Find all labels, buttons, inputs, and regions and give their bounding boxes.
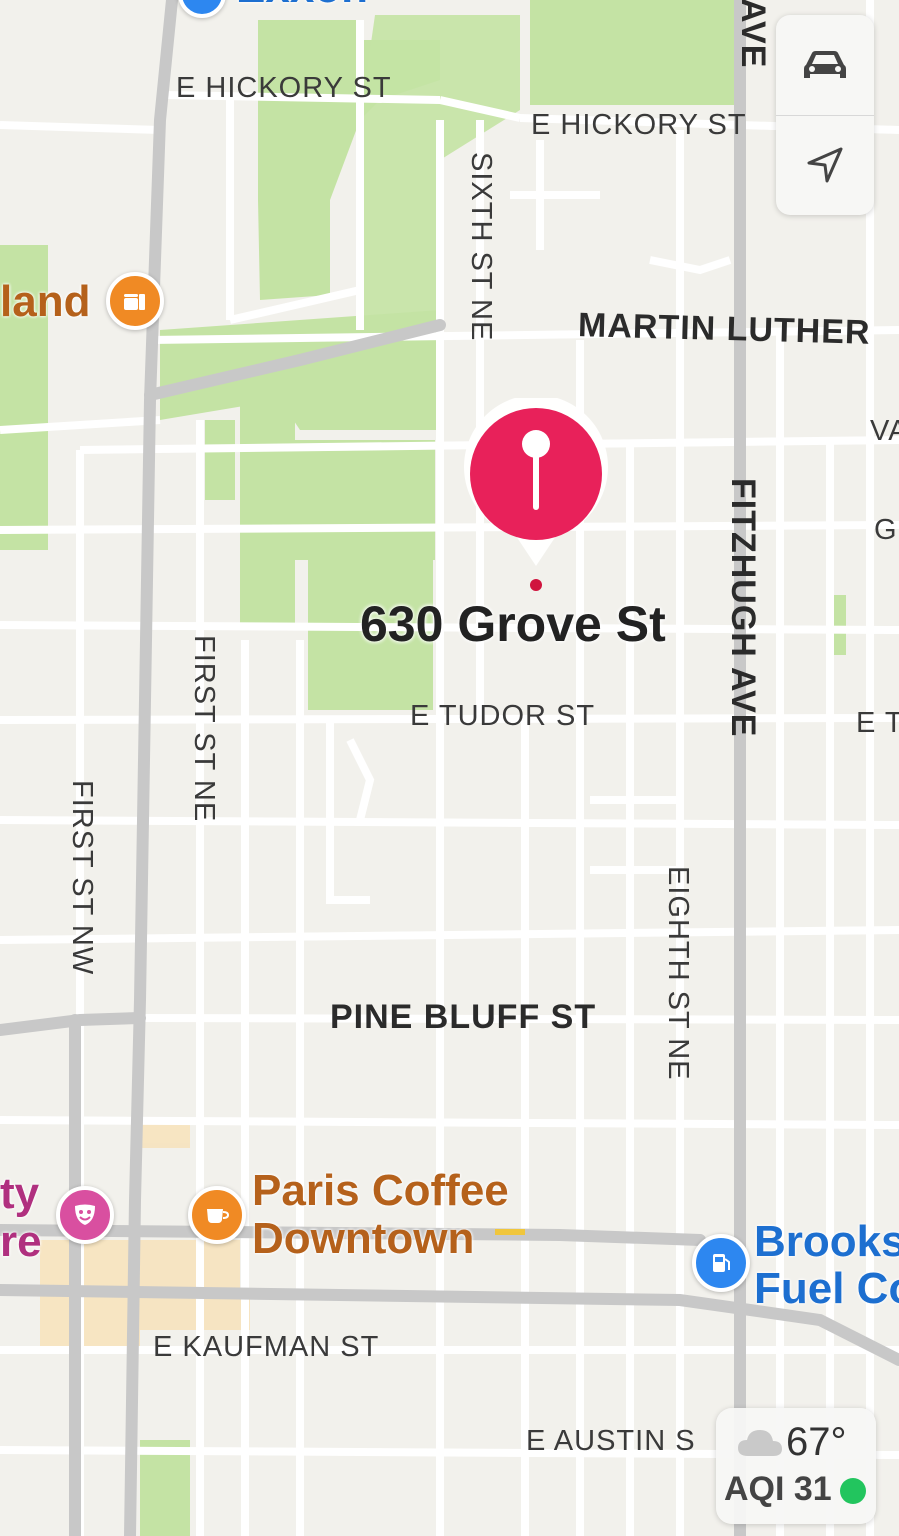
location-arrow-icon [807,147,843,183]
dropped-pin[interactable] [462,394,610,598]
poi-land-label: land [0,277,91,326]
fuel-pump-icon [692,1234,750,1292]
street-e-hickory-left: E HICKORY ST [176,72,392,104]
poi-paris-coffee-label-line1: Paris Coffee [252,1166,509,1215]
street-ave-top: AVE [734,0,772,69]
weather-aqi: AQI 31 [724,1470,832,1508]
coffee-cup-icon [188,1186,246,1244]
weather-temperature: 67° [786,1420,847,1464]
pin-address-label: 630 Grove St [360,596,666,652]
car-icon [804,51,846,78]
street-e-austin: E AUSTIN S [526,1425,696,1457]
street-e-kaufman: E KAUFMAN ST [153,1331,380,1363]
theater-masks-icon [56,1186,114,1244]
poi-theatre-label-line1: ty [0,1169,40,1218]
street-e-hickory-right: E HICKORY ST [531,109,747,141]
street-eighth-st-ne: EIGHTH ST NE [662,866,694,1081]
street-va: VA [870,415,899,447]
street-sixth-st-ne: SIXTH ST NE [465,152,497,342]
poi-brooks-fuel-label-line1: Brooks [754,1217,899,1266]
street-martin-luther: MARTIN LUTHER [577,306,871,352]
cloud-icon [738,1430,782,1456]
poi-paris-coffee-label-line2: Downtown [252,1214,475,1263]
pin-marker-icon [464,394,608,591]
drive-mode-button[interactable] [776,15,874,115]
poi-theatre-label-line2: re [0,1217,42,1266]
street-fitzhugh-ave: FITZHUGH AVE [724,478,762,738]
exxon-label: Exxon [236,0,368,12]
street-pine-bluff: PINE BLUFF ST [330,998,597,1036]
current-location-button[interactable] [776,115,874,215]
street-e-t: E T [856,707,899,739]
weather-widget[interactable]: 67° AQI 31 [716,1408,876,1524]
aqi-status-dot [840,1478,866,1504]
street-e-tudor: E TUDOR ST [410,700,596,732]
poi-brooks-fuel-label-line2: Fuel Co [754,1264,899,1313]
restaurant-icon [106,272,164,330]
street-first-st-nw: FIRST ST NW [66,780,98,976]
street-first-st-ne: FIRST ST NE [188,635,220,823]
map-controls [776,15,874,215]
street-g: G [874,514,898,546]
